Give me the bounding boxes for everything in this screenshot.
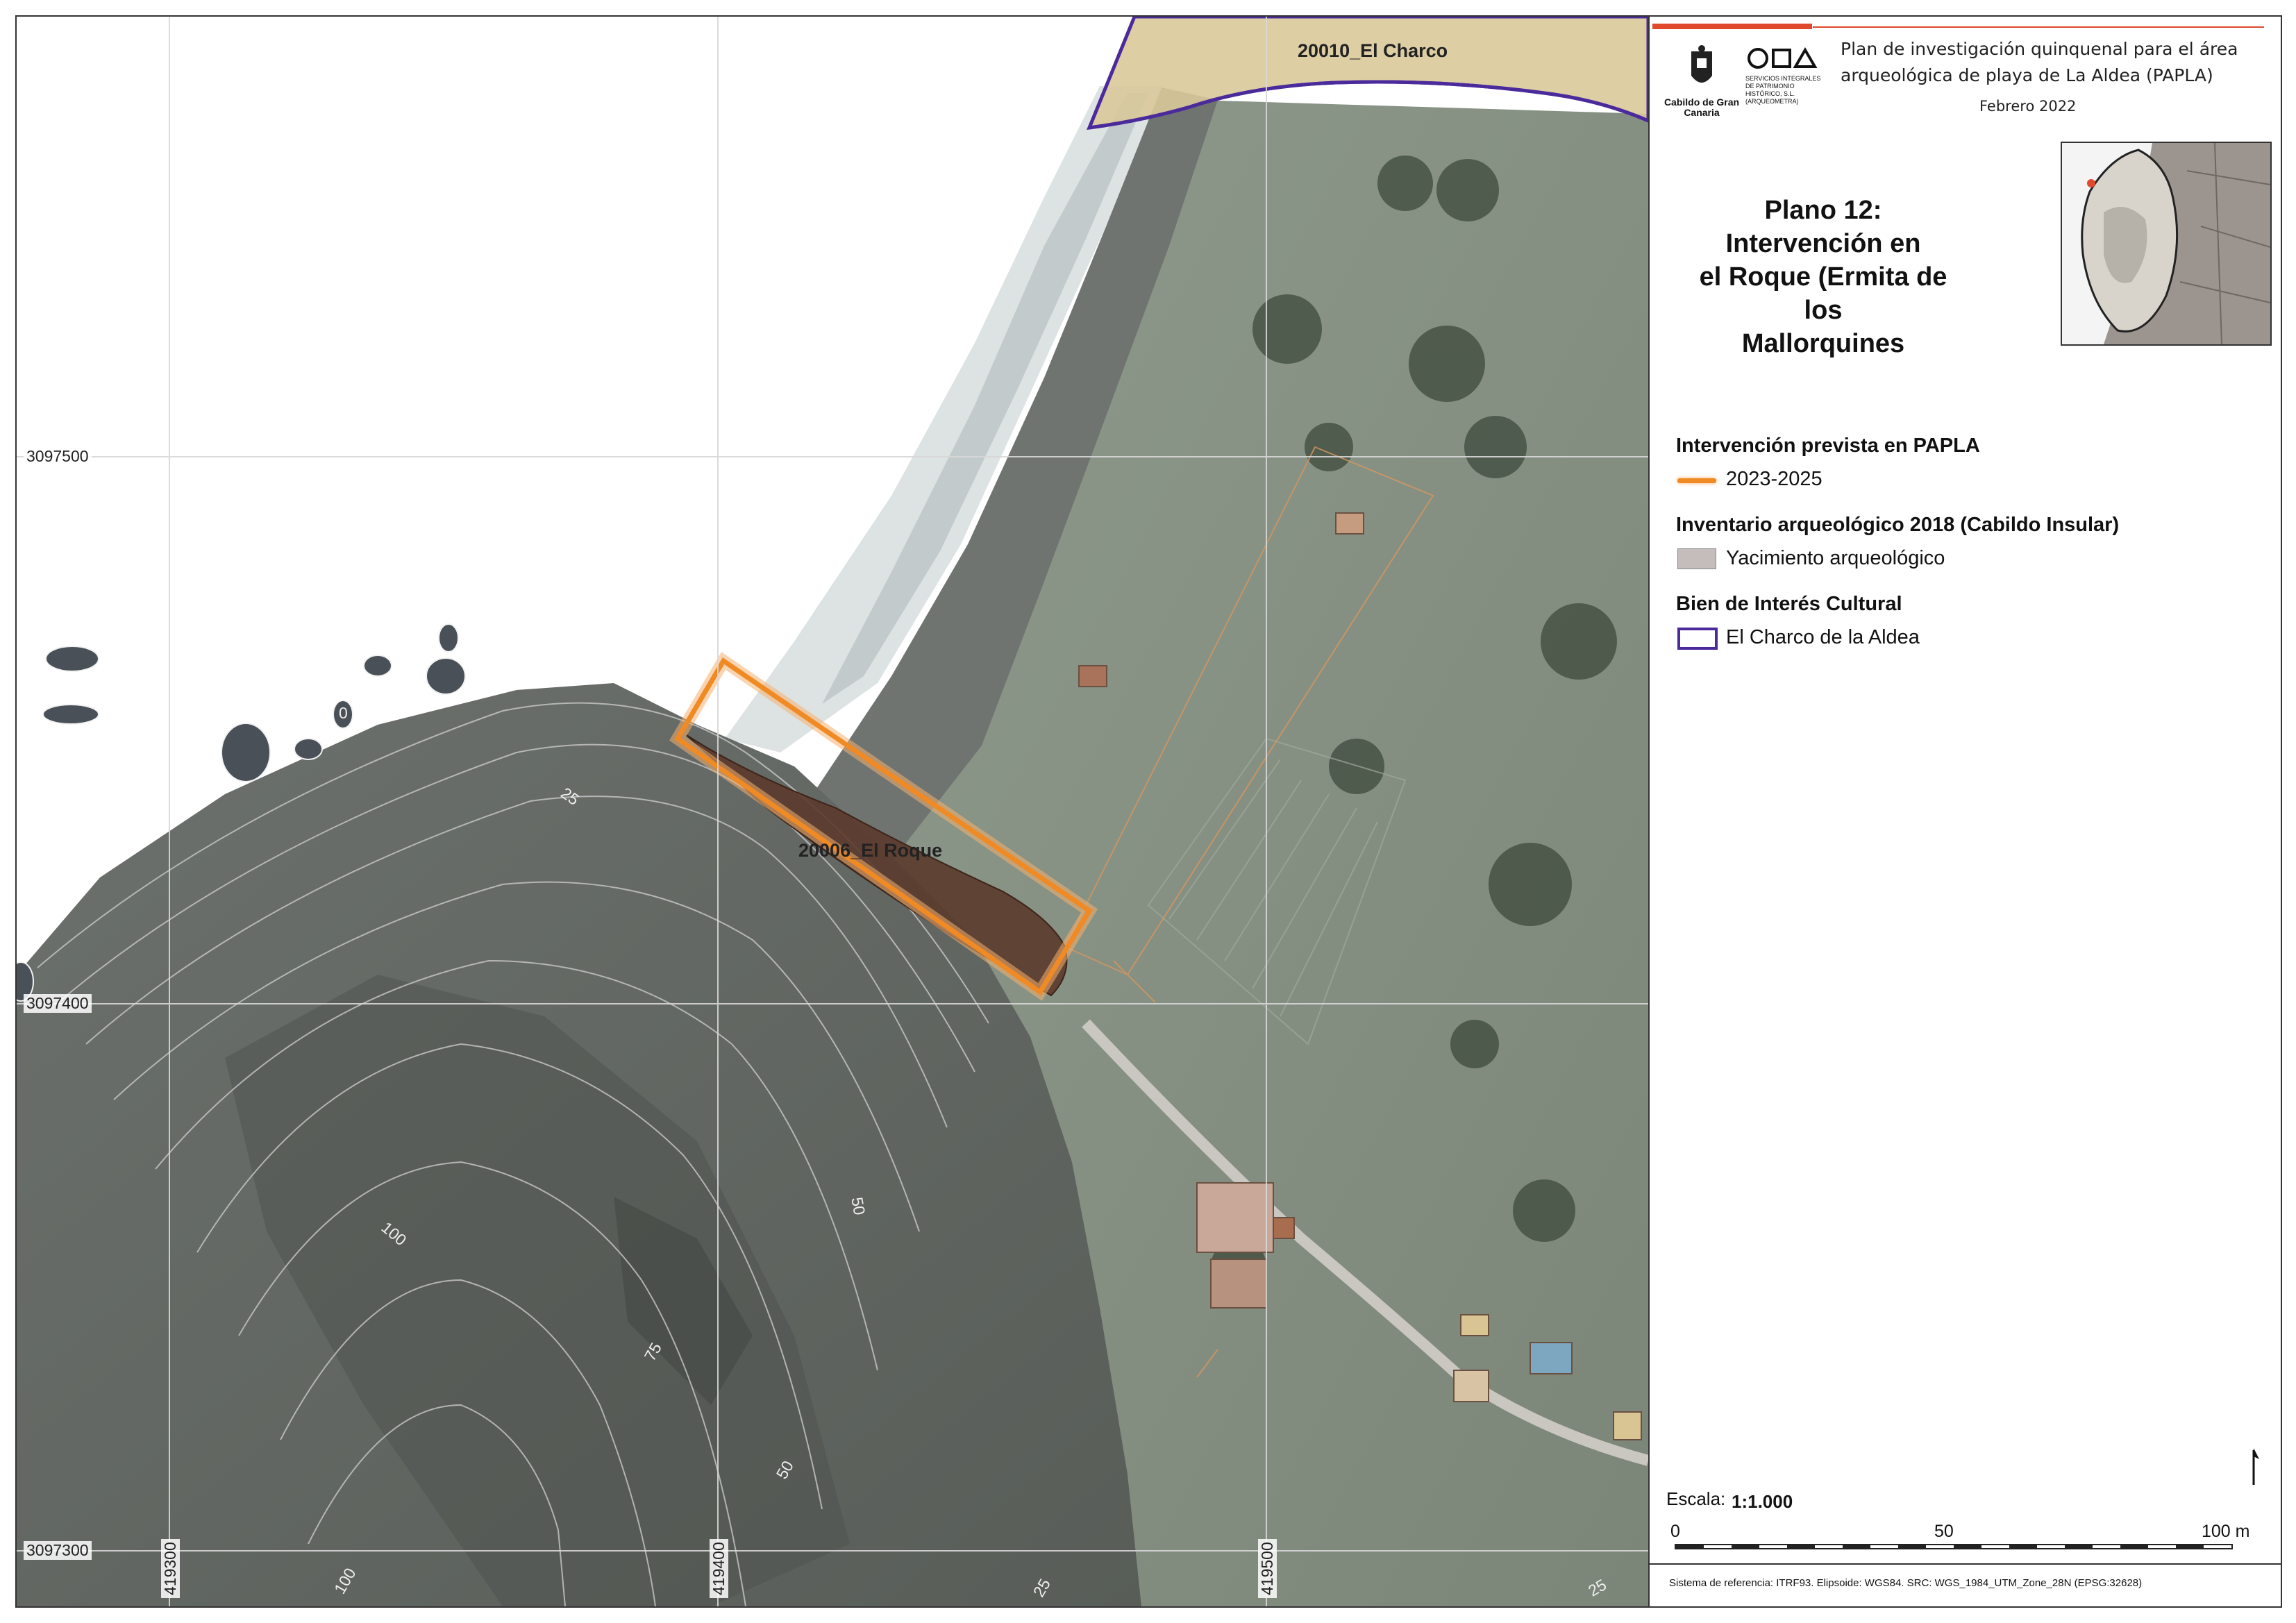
- cabildo-logo: Cabildo de Gran Canaria: [1664, 44, 1740, 121]
- company-shapes-icon: [1748, 47, 1818, 69]
- north-arrow-icon: [2252, 1448, 2259, 1485]
- location-inset-map: [2061, 142, 2272, 346]
- cabildo-logo-text: Cabildo de Gran Canaria: [1664, 96, 1740, 118]
- company-logo-text: SERVICIOS INTEGRALES DE PATRIMONIO HISTÓ…: [1745, 75, 1821, 105]
- grid-northing-label: 3097300: [24, 1541, 92, 1560]
- footer-rule: [1650, 1563, 2281, 1565]
- grid-easting-label: 419500: [1258, 1539, 1277, 1598]
- plan-title-line3: Mallorquines: [1741, 329, 1905, 358]
- contour-label: 0: [339, 704, 348, 722]
- legend-item-intervention: 2023-2025: [1726, 468, 1822, 490]
- legend-item-site: Yacimiento arqueológico: [1726, 547, 1945, 569]
- cabildo-crest-icon: [1691, 45, 1712, 83]
- legend-swatch-intervention: [1677, 478, 1716, 483]
- plan-title: Plano 12: Intervención en el Roque (Ermi…: [1691, 194, 1955, 360]
- grid-easting-label: 419300: [161, 1539, 180, 1598]
- grid-easting-label: 419400: [710, 1539, 728, 1598]
- reference-system-text: Sistema de referencia: ITRF93. Elipsoide…: [1669, 1577, 2143, 1589]
- legend-swatch-site: [1677, 548, 1716, 569]
- inset-map-canvas: [2062, 143, 2270, 344]
- map-view[interactable]: 20010_El Charco 20006_El Roque 0 25 25 2…: [8, 15, 1650, 1607]
- scale-tick-50: 50: [1934, 1522, 1954, 1541]
- project-title-line1: Plan de investigación quinquenal para el…: [1841, 39, 2238, 59]
- map-label-el-charco: 20010_El Charco: [1298, 40, 1448, 61]
- accent-rule: [1813, 26, 2264, 28]
- scale-tick-0: 0: [1670, 1522, 1680, 1541]
- scale-label: Escala:: [1666, 1488, 1726, 1509]
- document-date: Febrero 2022: [1979, 98, 2077, 115]
- company-logo: SERVICIOS INTEGRALES DE PATRIMONIO HISTÓ…: [1745, 44, 1829, 121]
- scale-tick-100: 100 m: [2202, 1522, 2250, 1541]
- contour-label: 50: [848, 1195, 869, 1217]
- map-canvas: [8, 15, 1650, 1607]
- project-title-line2: arqueológica de playa de La Aldea (PAPLA…: [1841, 65, 2213, 85]
- scale-bar: [1675, 1544, 2233, 1549]
- legend-swatch-bic: [1677, 628, 1718, 650]
- legend-group-intervention-title: Intervención prevista en PAPLA: [1676, 435, 1980, 457]
- legend-item-bic: El Charco de la Aldea: [1726, 626, 1920, 648]
- grid-northing-label: 3097500: [24, 447, 92, 466]
- legend-panel: Cabildo de Gran Canaria SERVICIOS INTEGR…: [1648, 17, 2281, 1606]
- scale-value: 1:1.000: [1732, 1491, 1793, 1512]
- plan-title-line2: el Roque (Ermita de los: [1699, 262, 1947, 325]
- legend-group-inventory-title: Inventario arqueológico 2018 (Cabildo In…: [1676, 514, 2120, 536]
- grid-northing-label: 3097400: [24, 994, 92, 1013]
- legend-group-bic-title: Bien de Interés Cultural: [1676, 593, 1902, 615]
- map-label-el-roque: 20006_El Roque: [798, 840, 943, 861]
- plan-title-line1: Plano 12: Intervención en: [1725, 196, 1921, 258]
- accent-bar: [1652, 24, 1812, 29]
